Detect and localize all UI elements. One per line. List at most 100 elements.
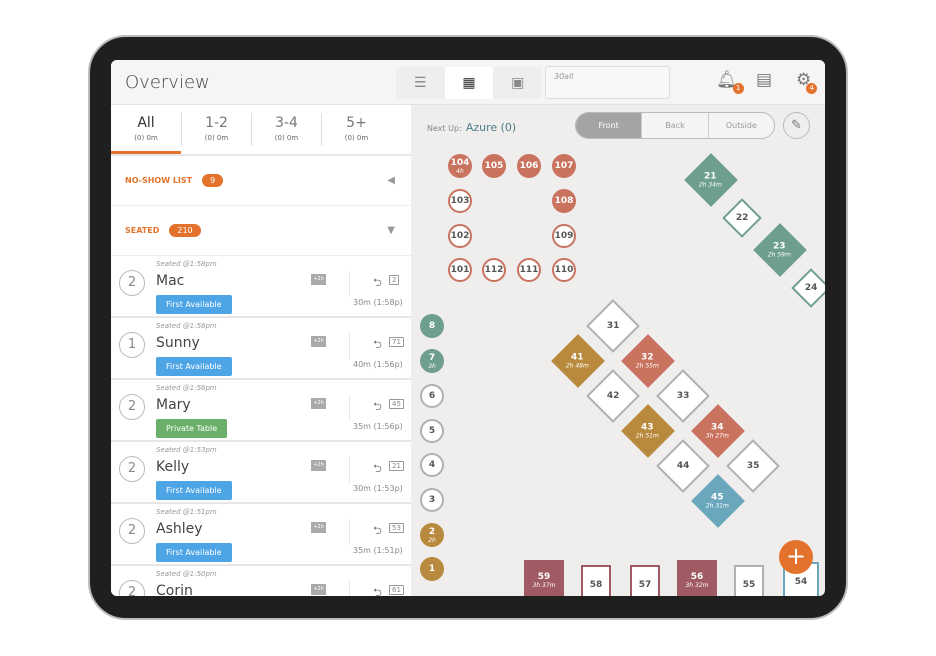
floor-list-view-icon[interactable]: ▦ [444, 67, 494, 99]
area-front[interactable]: Front [576, 113, 642, 138]
table-35[interactable]: 35 [726, 439, 780, 493]
seated-row[interactable]: 2 Seated @1:50pm Corin +2h ⮌ 61 [111, 566, 411, 596]
table-33[interactable]: 33 [656, 369, 710, 423]
table-55[interactable]: 55 [734, 565, 764, 596]
message-icon[interactable]: +2h [311, 584, 326, 595]
table-109[interactable]: 109 [552, 224, 576, 248]
turn-table-icon[interactable]: ⮌ [373, 336, 382, 355]
table-103[interactable]: 103 [448, 189, 472, 213]
table-5[interactable]: 5 [420, 419, 444, 443]
tab-sub: (0) 0m [344, 134, 369, 142]
tab-sub: (0) 0m [134, 134, 158, 142]
area-outside[interactable]: Outside [707, 113, 774, 138]
guest-name: Sunny [156, 335, 200, 351]
table-number: 31 [606, 321, 620, 331]
note-field[interactable]: 30all [545, 66, 670, 99]
table-22[interactable]: 22 [722, 198, 762, 238]
message-icon[interactable]: +2h [311, 460, 326, 471]
tab-all[interactable]: All (0) 0m [111, 105, 181, 154]
table-105[interactable]: 105 [482, 154, 506, 178]
bell-icon[interactable]: 🔔︎ 1 [716, 70, 744, 94]
notification-badge: 1 [732, 83, 744, 94]
seated-time: Seated @1:58pm [156, 260, 217, 268]
top-bar: Overview ☰ ▦ ▣ 30all 🔔︎ 1 ▤ ⚙ 4 [111, 60, 825, 105]
message-icon[interactable]: +2h [311, 336, 326, 347]
seated-row[interactable]: 2 Seated @1:58pm Mac First Available +2h… [111, 256, 411, 318]
area-back[interactable]: Back [641, 113, 707, 138]
table-112[interactable]: 112 [482, 258, 506, 282]
table-56[interactable]: 56 3h 32m [677, 560, 717, 596]
seated-row[interactable]: 1 Seated @1:56pm Sunny First Available +… [111, 318, 411, 380]
divider [349, 581, 350, 596]
table-8[interactable]: 8 [420, 314, 444, 338]
table-number: 104 [450, 157, 470, 168]
table-58[interactable]: 58 [581, 565, 611, 596]
table-number: 41 [571, 352, 585, 363]
divider [349, 333, 350, 359]
next-up-value[interactable]: Azure (0) [466, 121, 516, 134]
table-107[interactable]: 107 [552, 154, 576, 178]
table-timer: 2h 59m [768, 251, 792, 259]
table-45[interactable]: 45 2h 31m [691, 474, 745, 528]
tab-5-plus[interactable]: 5+ (0) 0m [321, 113, 391, 146]
floor-plan-view-icon[interactable]: ▣ [493, 67, 542, 99]
tab-1-2[interactable]: 1-2 (0) 0m [181, 113, 251, 146]
table-44[interactable]: 44 [656, 439, 710, 493]
table-57[interactable]: 57 [630, 565, 660, 596]
table-101[interactable]: 101 [448, 258, 472, 282]
table-104[interactable]: 104 4h [448, 154, 472, 178]
table-31[interactable]: 31 [586, 299, 640, 353]
table-number: 2 [389, 275, 400, 285]
message-icon[interactable]: +2h [311, 274, 326, 285]
table-42[interactable]: 42 [586, 369, 640, 423]
turn-table-icon[interactable]: ⮌ [373, 398, 382, 417]
table-32[interactable]: 32 2h 55m [621, 334, 675, 388]
table-23[interactable]: 23 2h 59m [753, 223, 807, 277]
table-2[interactable]: 2 2h [420, 523, 444, 547]
table-3[interactable]: 3 [420, 488, 444, 512]
table-41[interactable]: 41 2h 48m [551, 334, 605, 388]
table-21[interactable]: 21 2h 34m [684, 153, 738, 207]
table-106[interactable]: 106 [517, 154, 541, 178]
calendar-icon[interactable]: ▤ [756, 70, 772, 90]
tab-3-4[interactable]: 3-4 (0) 0m [251, 113, 321, 146]
table-43[interactable]: 43 2h 51m [621, 404, 675, 458]
message-icon[interactable]: +2h [311, 398, 326, 409]
table-111[interactable]: 111 [517, 258, 541, 282]
seated-section-header[interactable]: SEATED 210 ▼ [111, 206, 411, 256]
table-timer: 2h 34m [699, 181, 723, 189]
table-34[interactable]: 34 3h 27m [691, 404, 745, 458]
seated-time: Seated @1:56pm [156, 322, 217, 330]
table-59[interactable]: 59 3h 37m [524, 560, 564, 596]
view-switcher: ☰ ▦ ▣ [396, 67, 542, 99]
table-number: 107 [554, 161, 574, 171]
guest-name: Kelly [156, 459, 190, 475]
turn-table-icon[interactable]: ⮌ [373, 274, 382, 293]
table-number: 108 [554, 196, 574, 206]
table-7[interactable]: 7 3h [420, 349, 444, 373]
noshow-section-header[interactable]: NO-SHOW LIST 9 ◀ [111, 156, 411, 206]
table-number: 101 [450, 265, 470, 275]
table-4[interactable]: 4 [420, 453, 444, 477]
party-size: 2 [119, 580, 145, 596]
table-1[interactable]: 1 [420, 557, 444, 581]
list-view-icon[interactable]: ☰ [396, 67, 445, 99]
seated-row[interactable]: 2 Seated @1:56pm Mary Private Table +2h … [111, 380, 411, 442]
add-button[interactable]: + [779, 540, 813, 574]
guest-name: Mary [156, 397, 191, 413]
message-icon[interactable]: +2h [311, 522, 326, 533]
seated-row[interactable]: 2 Seated @1:53pm Kelly First Available +… [111, 442, 411, 504]
table-timer: 3h [428, 362, 436, 370]
table-108[interactable]: 108 [552, 189, 576, 213]
table-110[interactable]: 110 [552, 258, 576, 282]
table-24[interactable]: 24 [791, 268, 825, 308]
turn-table-icon[interactable]: ⮌ [373, 460, 382, 479]
seated-row[interactable]: 2 Seated @1:51pm Ashley First Available … [111, 504, 411, 566]
turn-table-icon[interactable]: ⮌ [373, 522, 382, 541]
table-6[interactable]: 6 [420, 384, 444, 408]
gear-icon[interactable]: ⚙ 4 [796, 70, 818, 94]
reservation-panel: All (0) 0m 1-2 (0) 0m 3-4 (0) 0m 5+ (0) 0m N… [111, 105, 411, 596]
pencil-icon[interactable]: ✎ [783, 112, 810, 139]
turn-table-icon[interactable]: ⮌ [373, 584, 382, 596]
table-102[interactable]: 102 [448, 224, 472, 248]
